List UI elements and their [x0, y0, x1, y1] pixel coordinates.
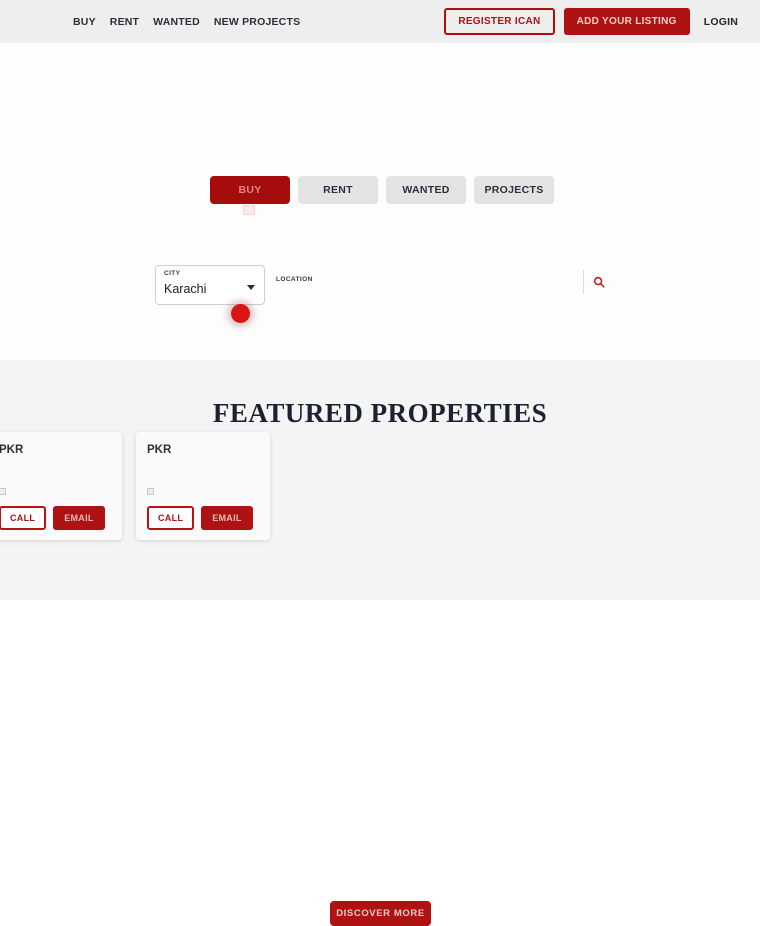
broken-image-icon — [147, 488, 154, 495]
mouse-cursor-indicator — [231, 304, 250, 323]
property-price: PKR — [0, 444, 24, 456]
broken-image-icon — [0, 488, 6, 495]
nav-item-rent[interactable]: RENT — [110, 16, 139, 28]
nav-item-buy[interactable]: BUY — [73, 16, 96, 28]
call-button[interactable]: CALL — [0, 506, 47, 530]
tab-buy[interactable]: BUY — [210, 176, 290, 204]
login-link[interactable]: LOGIN — [704, 16, 738, 28]
hero-section: BUY RENT WANTED PROJECTS CITY Karachi LO… — [0, 43, 760, 360]
tab-wanted[interactable]: WANTED — [386, 176, 466, 204]
property-card[interactable]: PKR CALL EMAIL — [136, 432, 270, 540]
city-field-label: CITY — [164, 270, 181, 277]
primary-nav: BUY RENT WANTED NEW PROJECTS — [73, 16, 300, 28]
search-bar: CITY Karachi LOCATION — [155, 265, 605, 307]
property-card[interactable]: PKR CALL EMAIL — [0, 432, 122, 540]
nav-item-new-projects[interactable]: NEW PROJECTS — [214, 16, 300, 28]
featured-properties-section: FEATURED PROPERTIES PKR CALL EMAIL PKR C… — [0, 360, 760, 926]
tab-buy-wrapper: BUY — [210, 176, 290, 215]
site-header: BUY RENT WANTED NEW PROJECTS REGISTER IC… — [0, 0, 760, 43]
discover-more-button[interactable]: DISCOVER MORE — [330, 901, 431, 926]
city-selected-value: Karachi — [164, 282, 207, 296]
property-card-list: PKR CALL EMAIL PKR CALL EMAIL — [0, 432, 270, 540]
tab-projects[interactable]: PROJECTS — [474, 176, 554, 204]
email-button[interactable]: EMAIL — [53, 506, 105, 530]
search-type-tabs: BUY RENT WANTED PROJECTS — [210, 176, 554, 215]
property-card-actions: CALL EMAIL — [0, 506, 105, 530]
tab-rent[interactable]: RENT — [298, 176, 378, 204]
chevron-down-icon — [247, 285, 255, 290]
property-card-actions: CALL EMAIL — [147, 506, 253, 530]
search-icon[interactable] — [591, 274, 607, 290]
header-actions: REGISTER ICAN ADD YOUR LISTING LOGIN — [444, 0, 738, 43]
register-ican-button[interactable]: REGISTER ICAN — [444, 8, 555, 35]
nav-item-wanted[interactable]: WANTED — [153, 16, 200, 28]
email-button[interactable]: EMAIL — [201, 506, 253, 530]
property-price: PKR — [147, 444, 172, 456]
call-button[interactable]: CALL — [147, 506, 195, 530]
active-tab-indicator-icon — [243, 205, 255, 215]
add-your-listing-button[interactable]: ADD YOUR LISTING — [563, 8, 690, 35]
page-title: FEATURED PROPERTIES — [212, 398, 548, 428]
city-select[interactable]: CITY Karachi — [155, 265, 265, 305]
location-field-label: LOCATION — [276, 276, 313, 283]
search-divider — [583, 270, 584, 294]
